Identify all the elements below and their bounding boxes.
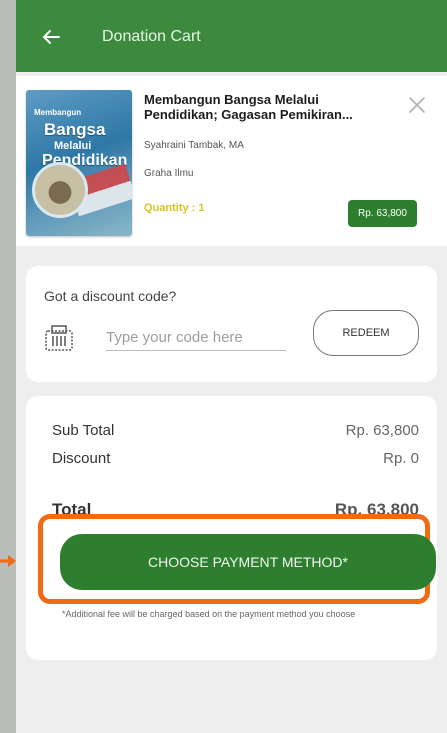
- order-summary-card: Sub Total Rp. 63,800 Discount Rp. 0 Tota…: [26, 396, 437, 660]
- subtotal-value: Rp. 63,800: [345, 422, 419, 439]
- redeem-button[interactable]: REDEEM: [313, 310, 419, 356]
- remove-item-button[interactable]: [406, 94, 428, 116]
- cover-text-3: Melalui: [54, 140, 92, 152]
- arrow-left-icon: [43, 30, 60, 44]
- app-screen: Donation Cart Membangun Bangsa Melalui P…: [16, 0, 447, 733]
- item-price-badge: Rp. 63,800: [348, 200, 417, 227]
- subtotal-label: Sub Total: [52, 422, 115, 439]
- book-title[interactable]: Membangun Bangsa Melalui Pendidikan; Gag…: [144, 92, 392, 122]
- item-quantity: Quantity : 1: [144, 202, 205, 214]
- discount-amount-value: Rp. 0: [383, 450, 419, 467]
- discount-code-card: Got a discount code? REDEEM: [26, 266, 437, 382]
- back-button[interactable]: [38, 24, 64, 50]
- payment-fee-note: *Additional fee will be charged based on…: [62, 609, 356, 619]
- book-author: Syahraini Tambak, MA: [144, 140, 244, 151]
- page-title: Donation Cart: [102, 28, 201, 45]
- cover-text-2: Bangsa: [44, 120, 106, 139]
- coupon-icon: [45, 325, 73, 351]
- cover-photo-circle: [32, 162, 88, 218]
- app-bar: Donation Cart: [16, 0, 447, 72]
- discount-code-input[interactable]: [106, 324, 286, 351]
- cover-text-1: Membangun: [34, 108, 82, 117]
- book-cover-image[interactable]: Membangun Bangsa Melalui Pendidikan: [26, 90, 132, 236]
- discount-amount-label: Discount: [52, 450, 111, 467]
- discount-label: Got a discount code?: [44, 288, 177, 304]
- cart-item-card: Membangun Bangsa Melalui Pendidikan Memb…: [16, 76, 447, 246]
- choose-payment-method-button[interactable]: CHOOSE PAYMENT METHOD*: [60, 534, 436, 590]
- close-icon: [409, 97, 425, 113]
- book-publisher: Graha Ilmu: [144, 168, 194, 179]
